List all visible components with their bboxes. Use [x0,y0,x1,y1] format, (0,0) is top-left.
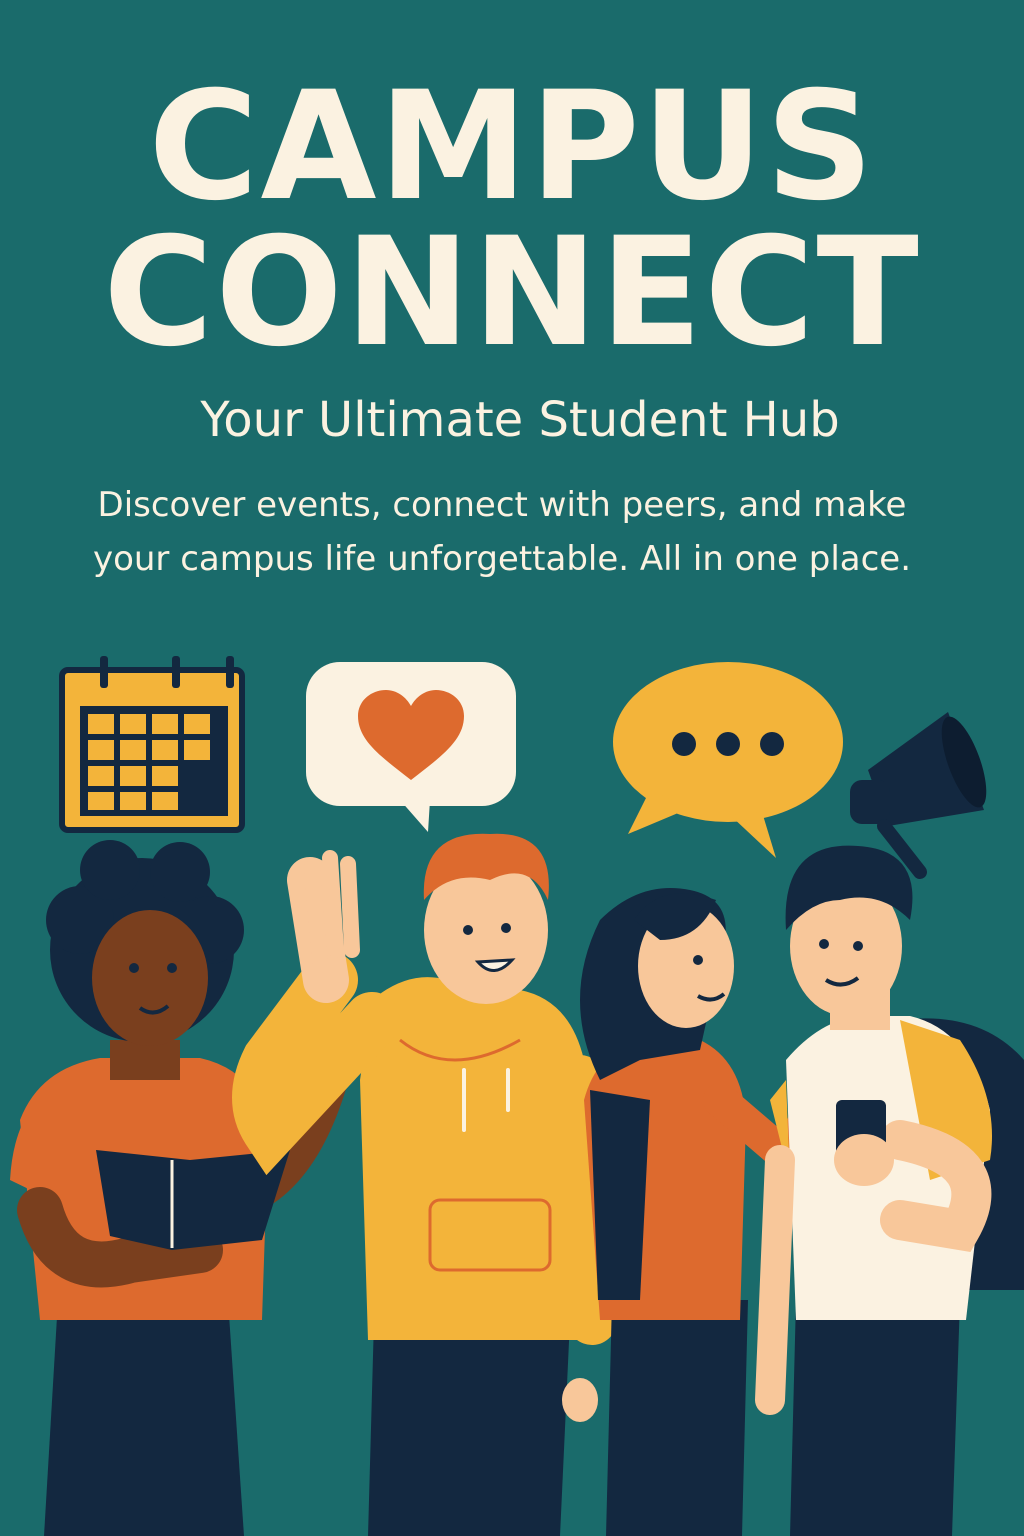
ellipsis-speech-bubble-icon [613,662,843,858]
poster: CAMPUS CONNECT Your Ultimate Student Hub… [0,0,1024,1536]
person-reading [10,840,348,1536]
illustration [10,656,1024,1536]
calendar-icon [59,656,245,833]
person-with-phone [755,845,1024,1536]
person-waving [232,833,617,1536]
heart-speech-bubble-icon [306,662,516,832]
